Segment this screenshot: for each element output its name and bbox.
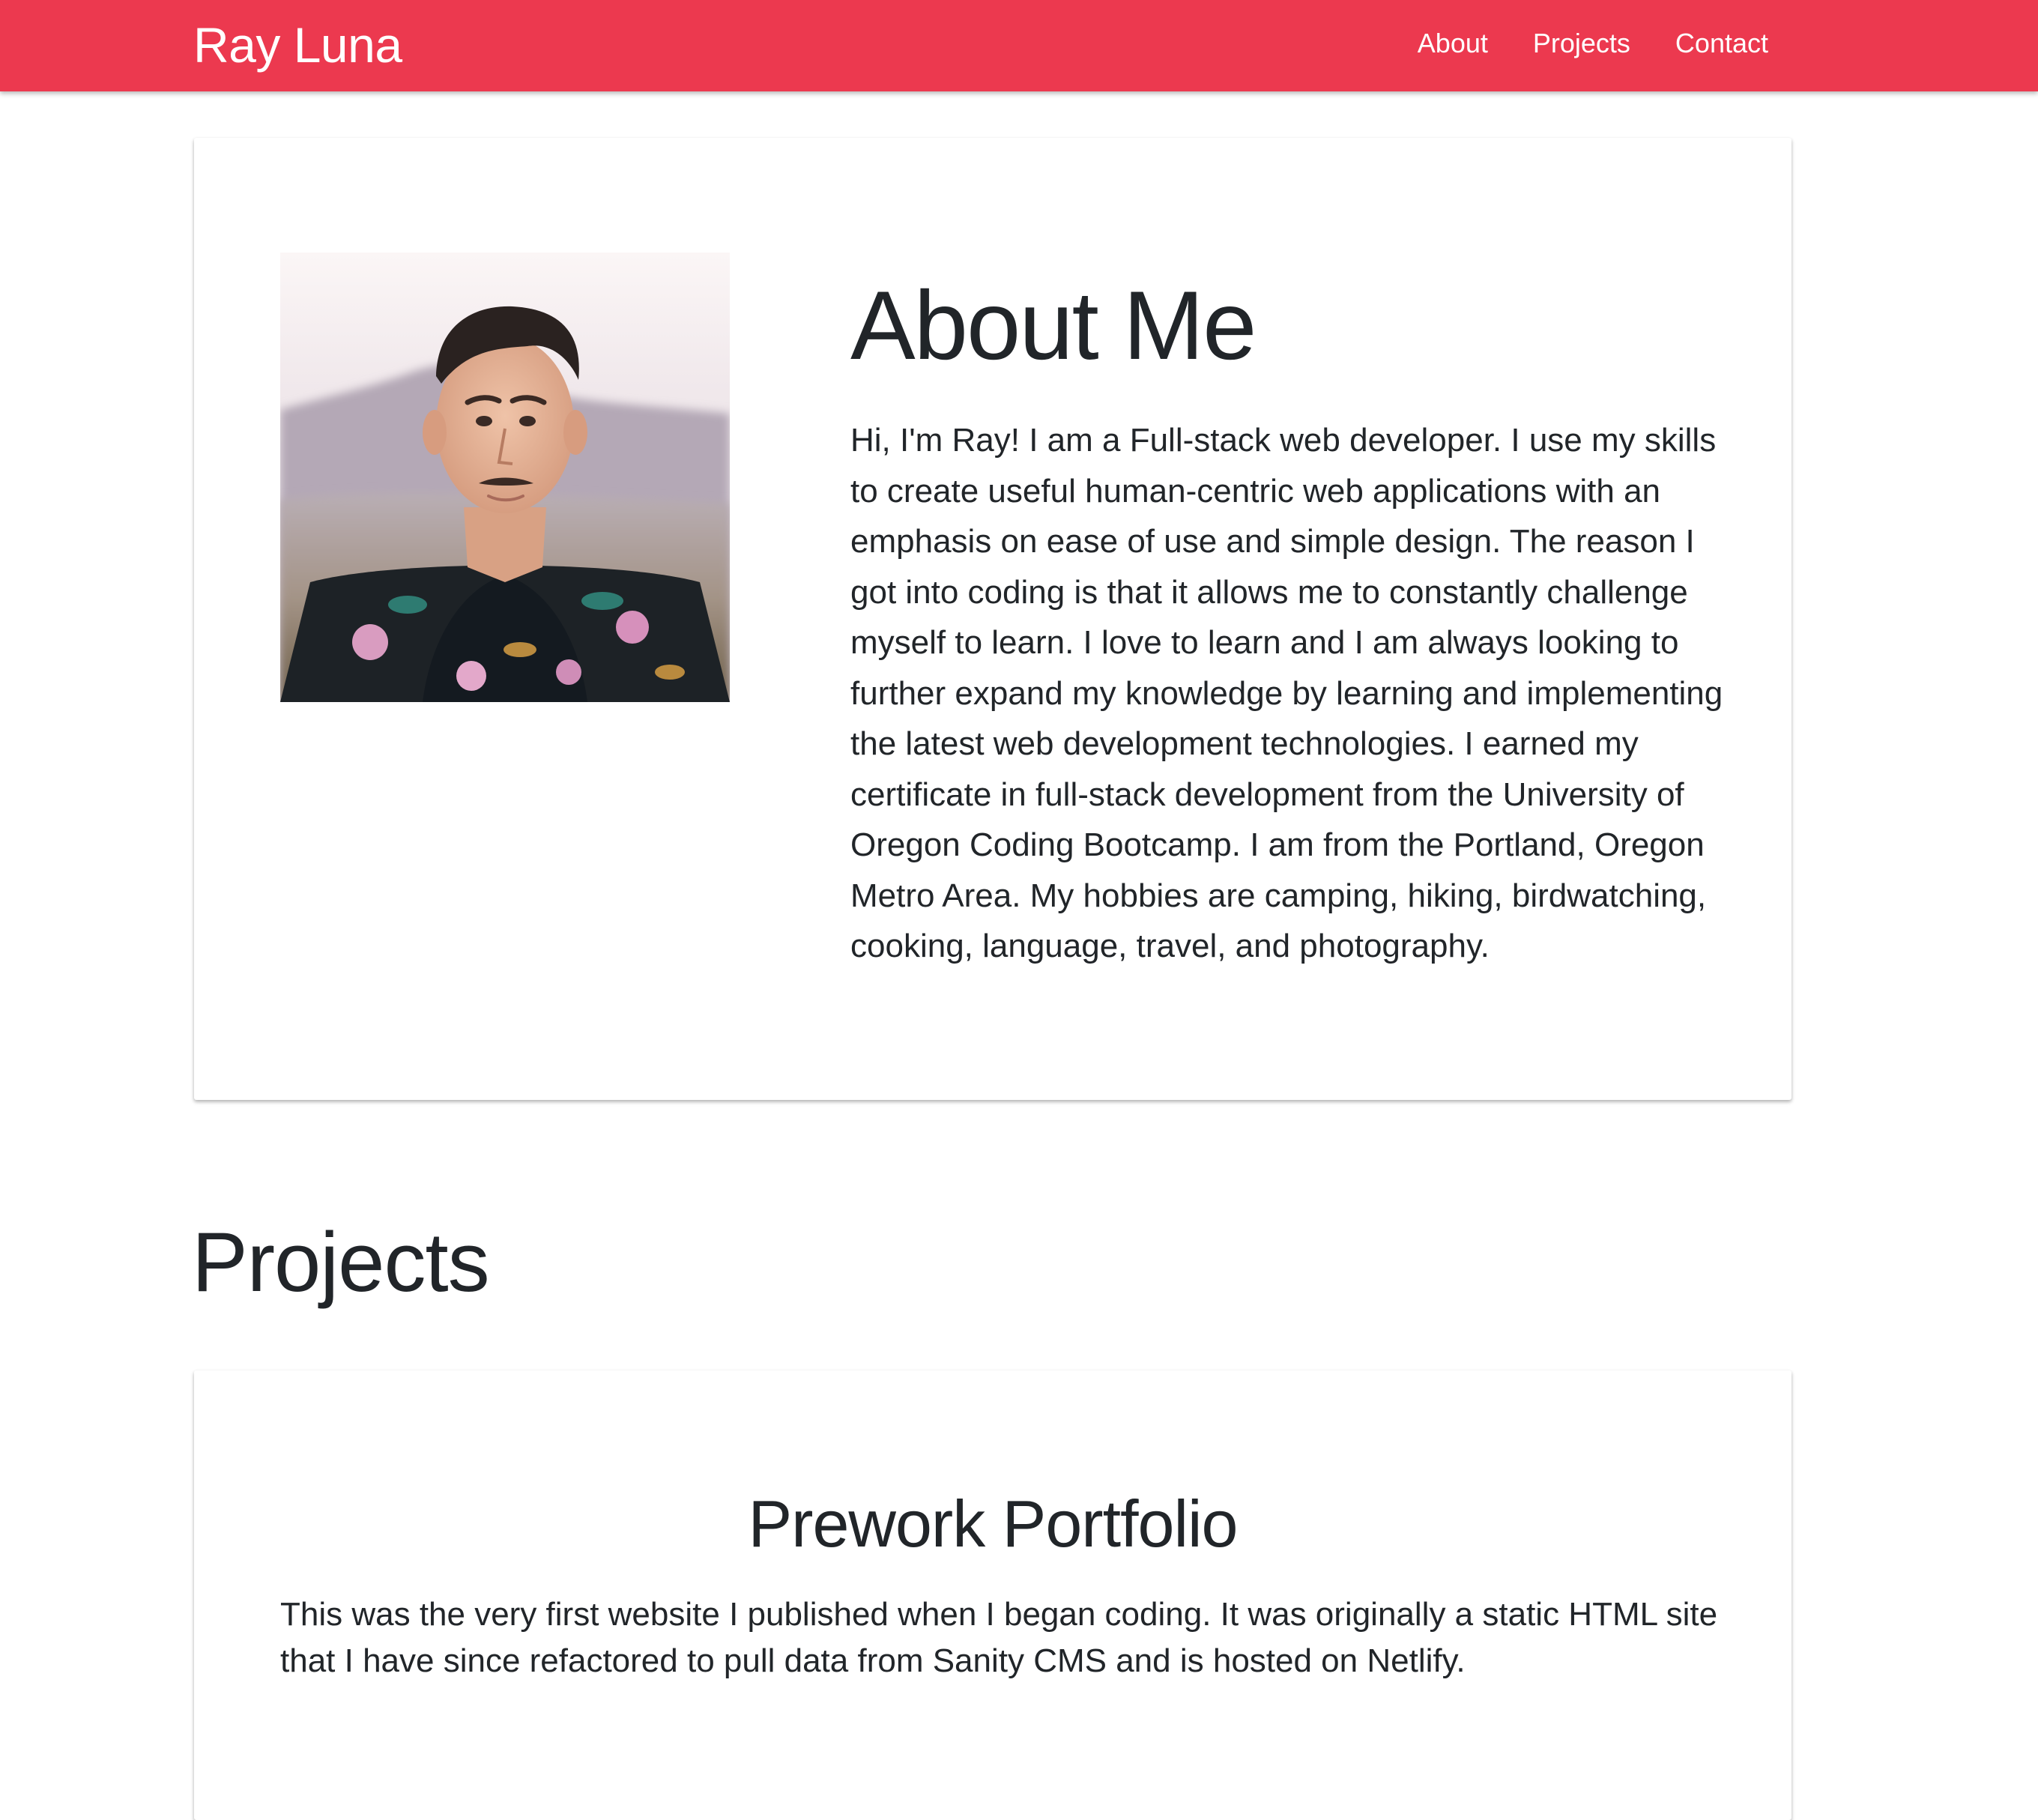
profile-photo — [280, 253, 730, 702]
nav-link-contact[interactable]: Contact — [1675, 25, 1768, 61]
project-title: Prework Portfolio — [748, 1487, 1238, 1561]
portrait-icon — [280, 253, 730, 702]
brand-link[interactable]: Ray Luna — [193, 15, 402, 75]
nav-link-projects[interactable]: Projects — [1533, 25, 1630, 61]
about-title: About Me — [850, 270, 1257, 380]
project-card: Prework Portfolio This was the very firs… — [194, 1370, 1791, 1820]
about-text: Hi, I'm Ray! I am a Full-stack web devel… — [850, 422, 1723, 964]
nav-links: About Projects Contact — [1418, 25, 1768, 61]
navbar: Ray Luna About Projects Contact — [0, 0, 2038, 91]
projects-title: Projects — [192, 1215, 490, 1309]
nav-link-about[interactable]: About — [1418, 25, 1488, 61]
project-description: This was the very first website I publis… — [280, 1596, 1718, 1679]
about-card: About Me Hi, I'm Ray! I am a Full-stack … — [194, 138, 1791, 1100]
